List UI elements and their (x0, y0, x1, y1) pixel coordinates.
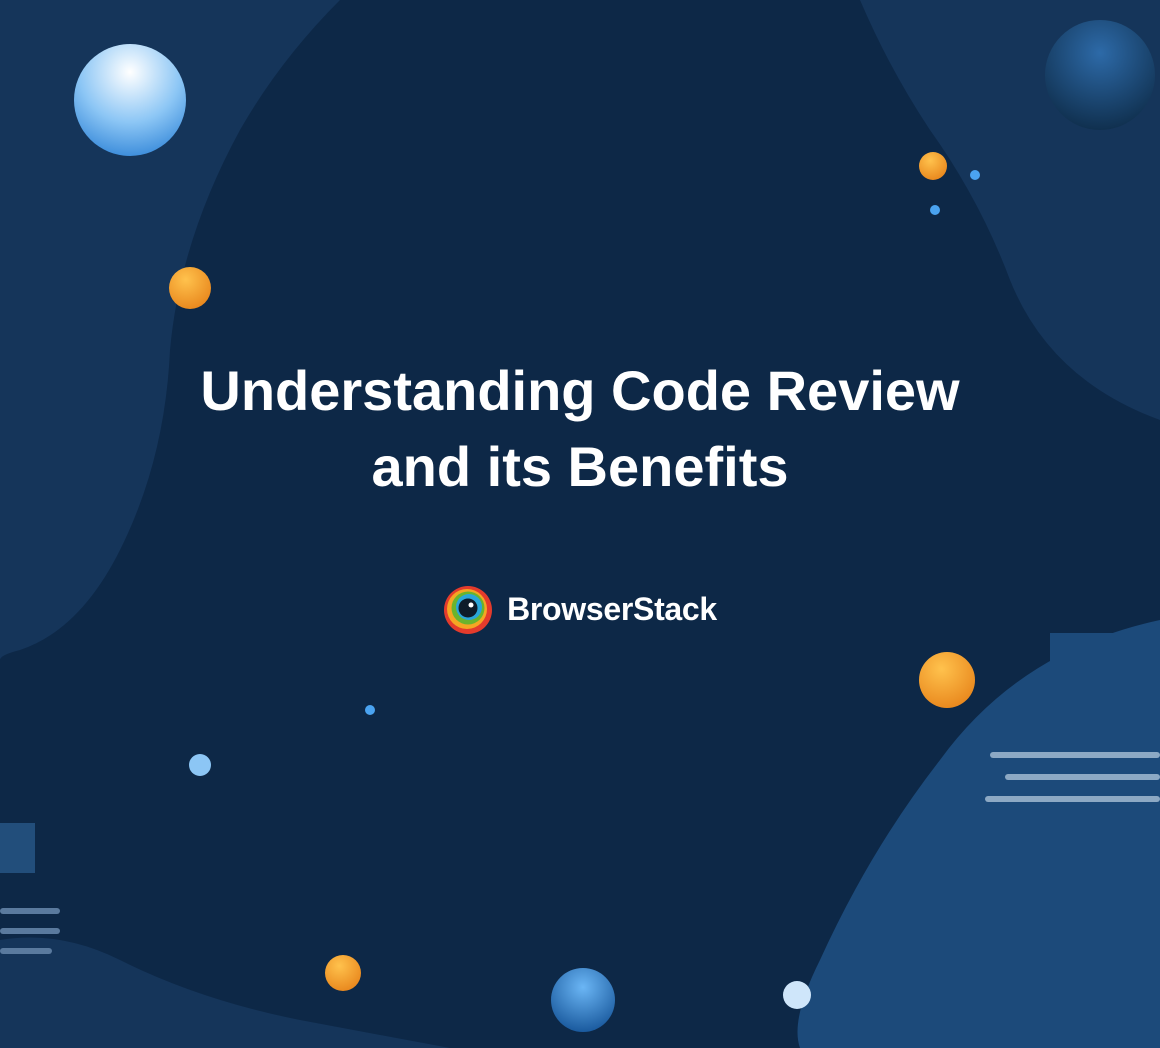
browserstack-logo-icon (443, 585, 493, 635)
brand-lockup: BrowserStack (443, 585, 717, 635)
brand-name: BrowserStack (507, 591, 717, 628)
content-wrap: Understanding Code Review and its Benefi… (0, 0, 1160, 1048)
page-title: Understanding Code Review and its Benefi… (190, 353, 970, 504)
